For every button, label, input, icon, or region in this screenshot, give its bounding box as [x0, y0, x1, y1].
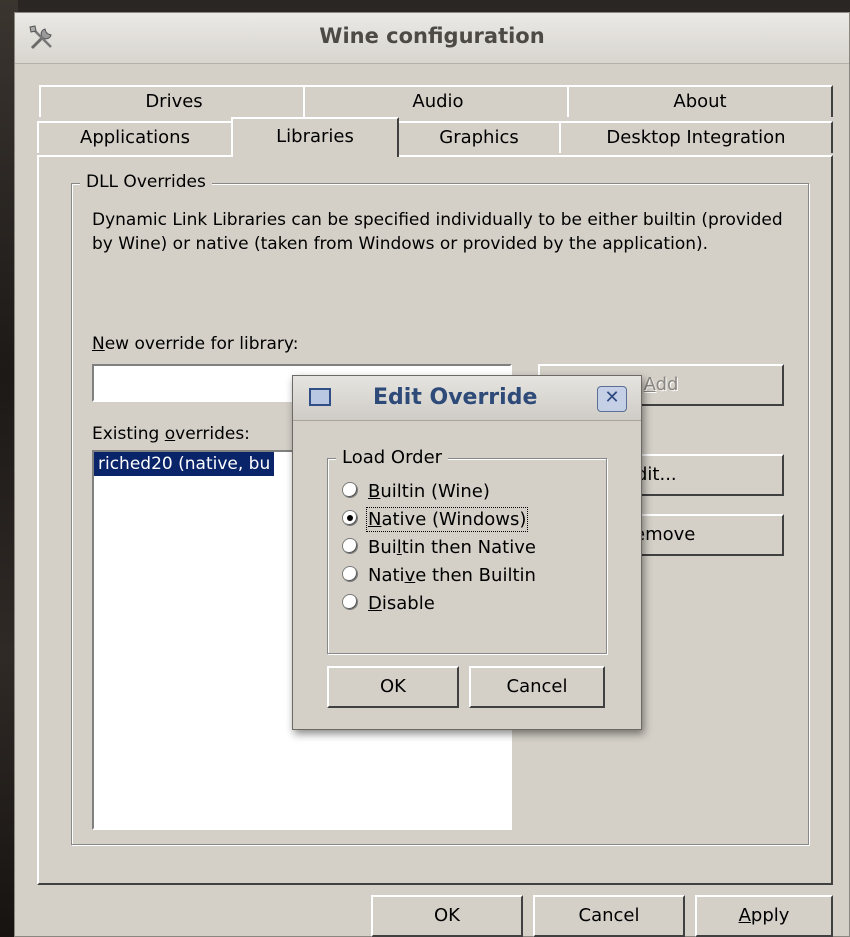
tab-label: Drives: [145, 91, 203, 112]
option-text: Bui: [368, 537, 397, 558]
button-label: pply: [750, 905, 790, 926]
button-label: OK: [380, 676, 406, 697]
tab-libraries[interactable]: Libraries: [231, 117, 399, 157]
radio-disable[interactable]: Disable: [342, 591, 435, 617]
radio-icon: [342, 594, 358, 610]
tab-label: About: [673, 91, 727, 112]
tab-graphics[interactable]: Graphics: [397, 121, 561, 153]
tab-label: Desktop Integration: [606, 127, 786, 148]
dialog-titlebar[interactable]: Edit Override ✕: [293, 376, 641, 421]
button-label: dit...: [636, 464, 677, 485]
label-text: Existing: [92, 424, 165, 444]
close-icon: ✕: [604, 387, 620, 408]
group-label: DLL Overrides: [80, 172, 212, 192]
dialog-cancel-button[interactable]: Cancel: [469, 666, 605, 708]
window-title: Wine configuration: [319, 24, 545, 48]
tab-audio[interactable]: Audio: [303, 85, 573, 117]
dialog-ok-button[interactable]: OK: [327, 666, 459, 708]
mnemonic: D: [368, 593, 382, 614]
mnemonic: B: [368, 481, 381, 502]
label-text: verrides:: [175, 424, 250, 444]
button-label: Cancel: [506, 676, 568, 697]
edit-override-dialog: Edit Override ✕ Load Order Builtin (Wine…: [292, 375, 642, 730]
radio-icon: [342, 566, 358, 582]
tab-about[interactable]: About: [567, 85, 833, 117]
option-text: uiltin (Wine): [380, 481, 490, 502]
mnemonic: N: [368, 509, 382, 530]
titlebar[interactable]: Wine configuration: [15, 13, 849, 64]
tab-label: Applications: [80, 127, 190, 148]
tab-label: Graphics: [439, 127, 519, 148]
button-label: Cancel: [578, 905, 640, 926]
button-label: OK: [434, 905, 460, 926]
window-icon: [309, 388, 331, 406]
option-text: e then Builtin: [415, 565, 536, 586]
tab-desktop-integration[interactable]: Desktop Integration: [559, 121, 833, 153]
ok-button[interactable]: OK: [371, 895, 523, 937]
close-button[interactable]: ✕: [597, 386, 627, 412]
focused-option-label: Native (Windows): [365, 507, 529, 532]
dialog-title: Edit Override: [373, 385, 538, 410]
load-order-group: Load Order Builtin (Wine) Native (Window…: [327, 447, 607, 654]
list-item[interactable]: riched20 (native, bu: [94, 452, 275, 476]
mnemonic: o: [164, 424, 176, 444]
new-override-label: New override for library:: [92, 334, 298, 354]
cancel-button[interactable]: Cancel: [533, 895, 685, 937]
button-label: dd: [655, 374, 679, 395]
mnemonic: A: [643, 374, 656, 395]
radio-builtin-wine[interactable]: Builtin (Wine): [342, 479, 490, 505]
button-label: emove: [634, 524, 696, 545]
tab-drives[interactable]: Drives: [39, 85, 309, 117]
radio-native-windows[interactable]: Native (Windows): [342, 507, 529, 533]
description-text: Dynamic Link Libraries can be specified …: [92, 210, 783, 254]
mnemonic: v: [404, 565, 416, 586]
radio-icon: [342, 538, 358, 554]
mnemonic: N: [92, 334, 105, 354]
group-label: Load Order: [336, 447, 449, 468]
tab-applications[interactable]: Applications: [37, 121, 233, 153]
option-text: tin then Native: [401, 537, 536, 558]
radio-builtin-then-native[interactable]: Builtin then Native: [342, 535, 536, 561]
tab-label: Audio: [412, 91, 464, 112]
tab-label: Libraries: [276, 126, 354, 147]
option-text: ative (Windows): [381, 509, 527, 530]
option-text: isable: [381, 593, 435, 614]
option-text: Nati: [368, 565, 405, 586]
radio-native-then-builtin[interactable]: Native then Builtin: [342, 563, 536, 589]
apply-button[interactable]: Apply: [695, 895, 833, 937]
existing-overrides-label: Existing overrides:: [92, 424, 250, 444]
radio-icon-selected: [342, 510, 358, 526]
mnemonic: A: [738, 905, 751, 926]
radio-icon: [342, 482, 358, 498]
label-text: ew override for library:: [104, 334, 299, 354]
